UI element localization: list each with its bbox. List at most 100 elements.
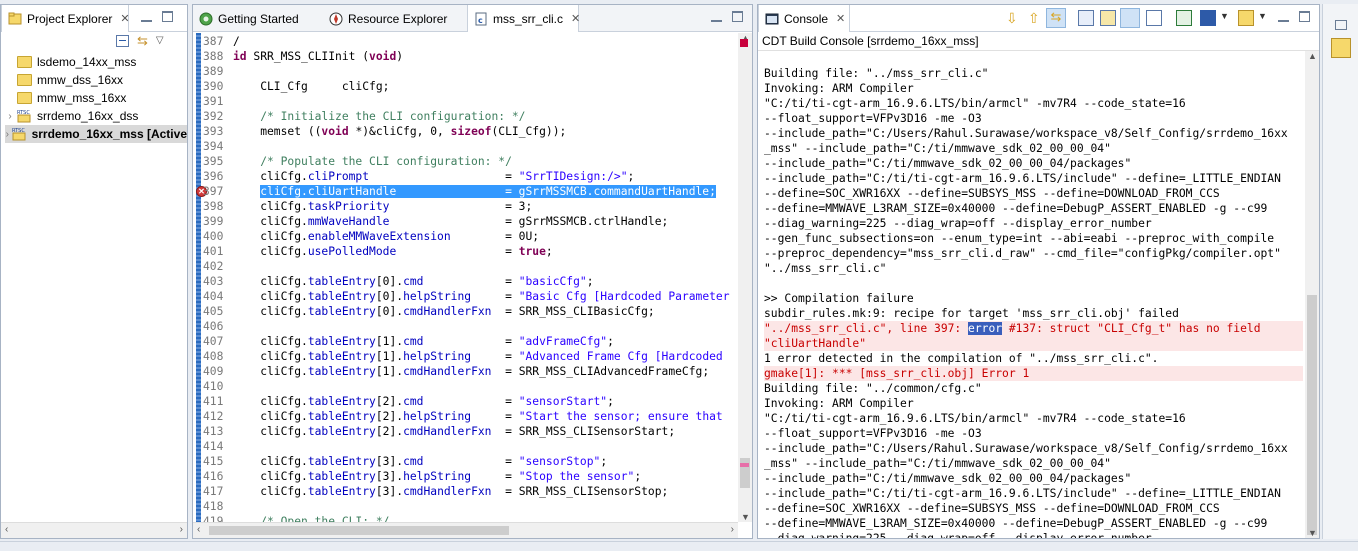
code-line[interactable]: 390 CLI_Cfg cliCfg; bbox=[203, 79, 389, 94]
overview-error-marker[interactable] bbox=[740, 39, 748, 47]
minimize-icon[interactable] bbox=[711, 11, 722, 22]
minimize-icon[interactable] bbox=[1278, 11, 1289, 22]
view-menu-icon[interactable]: ▽ bbox=[156, 35, 164, 47]
maximize-icon[interactable] bbox=[1299, 11, 1310, 22]
console-error-line[interactable]: gmake[1]: *** [mss_srr_cli.obj] Error 1 bbox=[764, 366, 1303, 381]
console-line[interactable]: --define=MMWAVE_L3RAM_SIZE=0x40000 --def… bbox=[764, 201, 1303, 216]
scroll-down-icon[interactable]: ▼ bbox=[1308, 528, 1317, 538]
scroll-left-icon[interactable]: ‹ bbox=[197, 524, 200, 535]
console-line[interactable]: "../mss_srr_cli.c" bbox=[764, 261, 1303, 276]
scroll-right-icon[interactable]: › bbox=[180, 524, 183, 535]
code-line[interactable]: 391 bbox=[203, 94, 233, 109]
console-line[interactable]: _mss" --include_path="C:/ti/mmwave_sdk_0… bbox=[764, 141, 1303, 156]
code-line[interactable]: 399 cliCfg.mmWaveHandle = gSrrMSSMCB.ctr… bbox=[203, 214, 668, 229]
close-icon[interactable]: ✕ bbox=[120, 12, 129, 25]
code-editor[interactable]: ✕ 387/388 id SRR_MSS_CLIInit (void) 389 390… bbox=[193, 33, 752, 538]
chevron-down-icon[interactable]: ▼ bbox=[1258, 11, 1267, 21]
console-line[interactable]: --define=SOC_XWR16XX --define=SUBSYS_MSS… bbox=[764, 186, 1303, 201]
maximize-icon[interactable] bbox=[162, 11, 173, 22]
code-line[interactable]: 395 /* Populate the CLI configuration: *… bbox=[203, 154, 512, 169]
minimize-icon[interactable] bbox=[141, 11, 152, 22]
console-error-line[interactable]: "cliUartHandle" bbox=[764, 336, 1303, 351]
scroll-right-icon[interactable]: › bbox=[731, 524, 734, 535]
console-line[interactable]: Building file: "../common/cfg.c" bbox=[764, 381, 1303, 396]
minimized-view-icon[interactable] bbox=[1331, 38, 1351, 58]
console-line[interactable]: --define=MMWAVE_L3RAM_SIZE=0x40000 --def… bbox=[764, 516, 1303, 531]
code-line[interactable]: 412 cliCfg.tableEntry[2].helpString = "S… bbox=[203, 409, 723, 424]
code-line[interactable]: 418 bbox=[203, 499, 233, 514]
console-line[interactable]: --preproc_dependency="mss_srr_cli.d_raw"… bbox=[764, 246, 1303, 261]
code-line[interactable]: 389 bbox=[203, 64, 233, 79]
console-line[interactable]: --include_path="C:/ti/mmwave_sdk_02_00_0… bbox=[764, 471, 1303, 486]
console-line[interactable]: --gen_func_subsections=on --enum_type=in… bbox=[764, 231, 1303, 246]
console-error-line[interactable]: "../mss_srr_cli.c", line 397: error #137… bbox=[764, 321, 1303, 336]
console-line[interactable]: >> Compilation failure bbox=[764, 291, 1303, 306]
console-line[interactable]: Building file: "../mss_srr_cli.c" bbox=[764, 66, 1303, 81]
console-line[interactable] bbox=[764, 51, 1303, 66]
close-icon[interactable]: ✕ bbox=[571, 12, 580, 25]
console-line[interactable]: subdir_rules.mk:9: recipe for target 'ms… bbox=[764, 306, 1303, 321]
console-line[interactable]: --float_support=VFPv3D16 -me -O3 bbox=[764, 111, 1303, 126]
collapse-all-icon[interactable] bbox=[116, 35, 129, 47]
chevron-down-icon[interactable]: ▼ bbox=[1220, 11, 1229, 21]
code-line[interactable]: 403 cliCfg.tableEntry[0].cmd = "basicCfg… bbox=[203, 274, 594, 289]
code-line[interactable]: 405 cliCfg.tableEntry[0].cmdHandlerFxn =… bbox=[203, 304, 655, 319]
code-line[interactable]: 404 cliCfg.tableEntry[0].helpString = "B… bbox=[203, 289, 730, 304]
code-line[interactable]: 387 / bbox=[203, 34, 240, 49]
code-line[interactable]: 400 cliCfg.enableMMWaveExtension = 0U; bbox=[203, 229, 539, 244]
code-line[interactable]: 417 cliCfg.tableEntry[3].cmdHandlerFxn =… bbox=[203, 484, 668, 499]
scroll-thumb[interactable] bbox=[209, 526, 509, 535]
code-line[interactable]: 416 cliCfg.tableEntry[3].helpString = "S… bbox=[203, 469, 641, 484]
tab-getting-started[interactable]: Getting Started bbox=[193, 5, 323, 32]
code-line[interactable]: 396 cliCfg.cliPrompt = "SrrTIDesign:/>"; bbox=[203, 169, 634, 184]
display-console-icon[interactable] bbox=[1200, 10, 1216, 26]
arrow-up-icon[interactable]: ⇧ bbox=[1028, 10, 1044, 26]
arrow-down-icon[interactable]: ⇩ bbox=[1006, 10, 1022, 26]
tab-resource-explorer[interactable]: Resource Explorer bbox=[323, 5, 463, 32]
editor-hscroll[interactable]: ‹ › bbox=[193, 522, 738, 538]
console-vscroll[interactable]: ▲ ▼ bbox=[1305, 51, 1319, 538]
link-with-editor-icon[interactable]: ⇆ bbox=[1046, 8, 1066, 28]
console-line[interactable]: --define=SOC_XWR16XX --define=SUBSYS_MSS… bbox=[764, 501, 1303, 516]
code-line[interactable]: 392 /* Initialize the CLI configuration:… bbox=[203, 109, 525, 124]
tree-item-mmw-mss[interactable]: mmw_mss_16xx bbox=[5, 89, 126, 107]
code-line[interactable]: 393 memset ((void *)&cliCfg, 0, sizeof(C… bbox=[203, 124, 566, 139]
tab-mss-srr-cli[interactable]: c mss_srr_cli.c ✕ bbox=[467, 5, 580, 32]
code-line[interactable]: 401 cliCfg.usePolledMode = true; bbox=[203, 244, 553, 259]
tab-console[interactable]: Console ✕ bbox=[758, 5, 850, 32]
code-line[interactable]: 407 cliCfg.tableEntry[1].cmd = "advFrame… bbox=[203, 334, 614, 349]
link-with-editor-icon[interactable]: ⇆ bbox=[137, 34, 148, 47]
maximize-icon[interactable] bbox=[732, 11, 743, 22]
scroll-lock-icon[interactable] bbox=[1078, 10, 1094, 26]
code-line[interactable]: 406 bbox=[203, 319, 233, 334]
code-line[interactable]: 415 cliCfg.tableEntry[3].cmd = "sensorSt… bbox=[203, 454, 607, 469]
scroll-up-icon[interactable]: ▲ bbox=[1308, 51, 1317, 61]
console-line[interactable]: --include_path="C:/ti/mmwave_sdk_02_00_0… bbox=[764, 156, 1303, 171]
close-icon[interactable]: ✕ bbox=[836, 12, 845, 25]
code-line[interactable]: 397 cliCfg.cliUartHandle = gSrrMSSMCB.co… bbox=[203, 184, 716, 199]
console-line[interactable]: --float_support=VFPv3D16 -me -O3 bbox=[764, 426, 1303, 441]
code-line[interactable]: 388 id SRR_MSS_CLIInit (void) bbox=[203, 49, 403, 64]
expand-icon[interactable]: › bbox=[5, 111, 15, 122]
console-line[interactable]: --diag_warning=225 --diag_wrap=off --dis… bbox=[764, 531, 1303, 538]
console-line[interactable]: --include_path="C:/ti/ti-cgt-arm_16.9.6.… bbox=[764, 486, 1303, 501]
open-console-icon[interactable] bbox=[1238, 10, 1254, 26]
console-output[interactable]: Building file: "../mss_srr_cli.c" Invokin… bbox=[758, 50, 1319, 538]
code-line[interactable]: 402 bbox=[203, 259, 233, 274]
tree-item-srrdemo-dss[interactable]: › RTSC srrdemo_16xx_dss bbox=[5, 107, 138, 125]
scroll-left-icon[interactable]: ‹ bbox=[5, 524, 8, 535]
tree-item-mmw-dss[interactable]: mmw_dss_16xx bbox=[5, 71, 123, 89]
console-line[interactable]: "C:/ti/ti-cgt-arm_16.9.6.LTS/bin/armcl" … bbox=[764, 96, 1303, 111]
console-line[interactable]: 1 error detected in the compilation of "… bbox=[764, 351, 1303, 366]
console-line[interactable] bbox=[764, 276, 1303, 291]
console-line[interactable]: Invoking: ARM Compiler bbox=[764, 396, 1303, 411]
code-line[interactable]: 408 cliCfg.tableEntry[1].helpString = "A… bbox=[203, 349, 723, 364]
code-line[interactable]: 409 cliCfg.tableEntry[1].cmdHandlerFxn =… bbox=[203, 364, 709, 379]
code-line[interactable]: 413 cliCfg.tableEntry[2].cmdHandlerFxn =… bbox=[203, 424, 675, 439]
console-line[interactable]: --include_path="C:/ti/ti-cgt-arm_16.9.6.… bbox=[764, 171, 1303, 186]
code-line[interactable]: 414 bbox=[203, 439, 233, 454]
console-line[interactable]: --include_path="C:/Users/Rahul.Surawase/… bbox=[764, 441, 1303, 456]
clear-console-icon[interactable] bbox=[1146, 10, 1162, 26]
restore-icon[interactable] bbox=[1335, 20, 1347, 30]
console-line[interactable]: --include_path="C:/Users/Rahul.Surawase/… bbox=[764, 126, 1303, 141]
